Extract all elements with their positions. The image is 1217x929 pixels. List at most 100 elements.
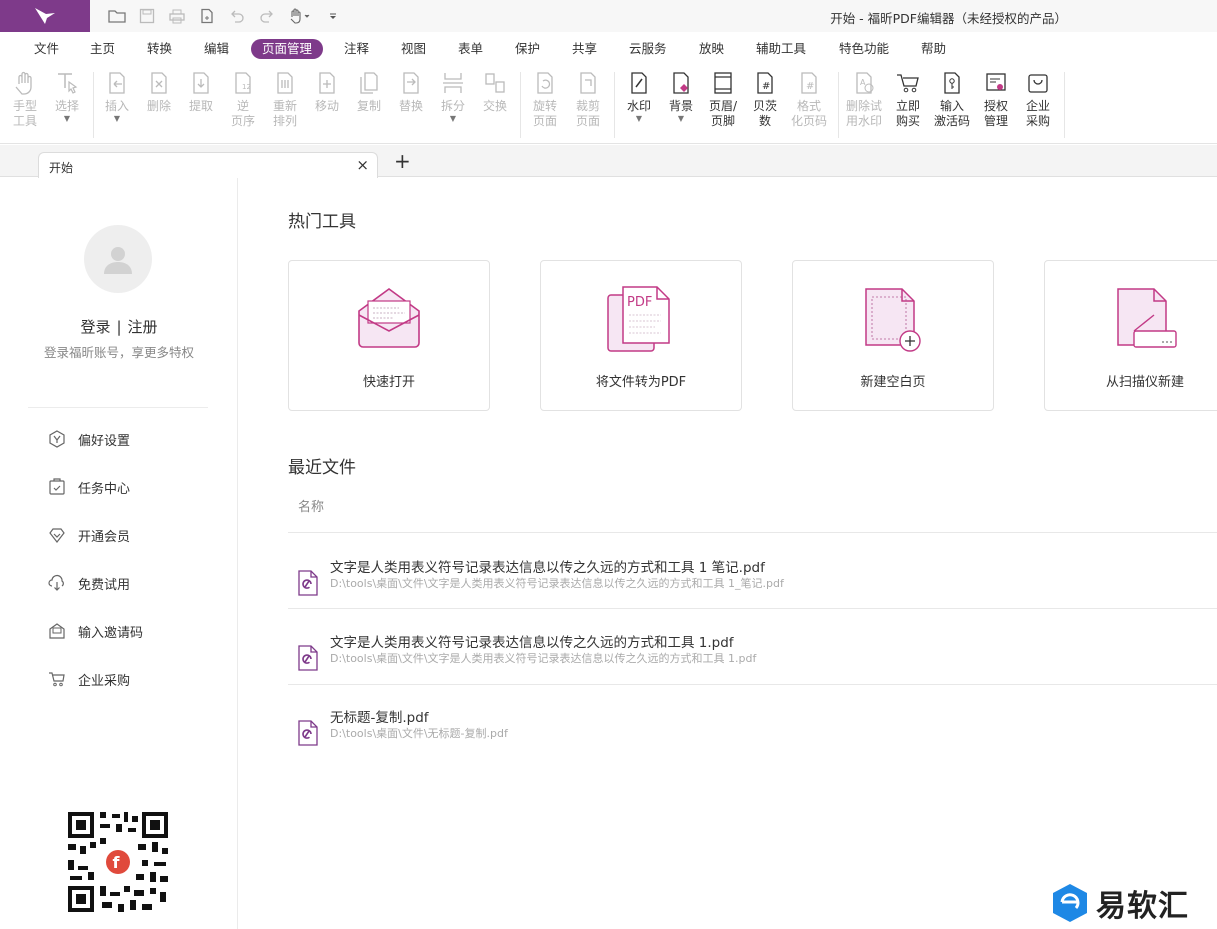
save-button[interactable] [136, 5, 158, 27]
reverse-icon: 12 [235, 72, 251, 94]
app-logo[interactable] [0, 0, 90, 32]
ribbon-label: 企业 采购 [1025, 99, 1050, 128]
new-from-scanner-card[interactable]: 从扫描仪新建 [1044, 260, 1217, 411]
recent-file-row[interactable]: 文字是人类用表义符号记录表达信息以传之久远的方式和工具 1 笔记.pdf D:\… [288, 556, 1217, 616]
move-page-button[interactable]: 移动 [307, 70, 347, 114]
delete-page-button[interactable]: 删除 [139, 70, 179, 114]
new-blank-page-card[interactable]: 新建空白页 [792, 260, 994, 411]
activation-code-icon [944, 72, 960, 94]
undo-button[interactable] [226, 5, 248, 27]
ribbon-label: 重新 排列 [272, 99, 297, 128]
extract-page-button[interactable]: 提取 [181, 70, 221, 114]
menu-help[interactable]: 帮助 [921, 39, 946, 59]
hand-tool-quick-button[interactable] [286, 5, 314, 27]
brand-text: 易软汇 [1096, 889, 1189, 924]
enterprise-purchase-button[interactable]: 企业 采购 [1018, 70, 1058, 129]
menu-protect[interactable]: 保护 [515, 39, 540, 59]
menu-view[interactable]: 视图 [401, 39, 426, 59]
sidebar-item-enterprise-purchase[interactable]: 企业采购 [48, 668, 130, 690]
sidebar-item-label: 任务中心 [78, 481, 131, 497]
split-button[interactable]: 拆分 ▼ [433, 70, 473, 123]
foxit-logo-icon [35, 8, 55, 24]
menu-accessibility[interactable]: 辅助工具 [756, 39, 806, 59]
recent-file-row[interactable]: 文字是人类用表义符号记录表达信息以传之久远的方式和工具 1.pdf D:\too… [288, 631, 1217, 691]
sidebar-item-invite-code[interactable]: 输入邀请码 [48, 620, 143, 642]
sidebar-item-preferences[interactable]: 偏好设置 [48, 428, 130, 450]
watermark-button[interactable]: 水印 ▼ [619, 70, 659, 123]
menu-convert[interactable]: 转换 [147, 39, 172, 59]
menu-features[interactable]: 特色功能 [839, 39, 889, 59]
folder-icon [108, 10, 126, 23]
tab-start[interactable]: 开始 × [38, 152, 378, 178]
print-button[interactable] [166, 5, 188, 27]
sidebar-item-membership[interactable]: 开通会员 [48, 524, 130, 546]
menu-share[interactable]: 共享 [572, 39, 597, 59]
bates-number-button[interactable]: # 贝茨 数 [745, 70, 785, 129]
quick-open-card[interactable]: 快速打开 [288, 260, 490, 411]
background-icon [673, 72, 689, 94]
register-link[interactable]: 注册 [128, 318, 158, 336]
split-icon [443, 73, 463, 93]
crop-page-button[interactable]: 裁剪 页面 [568, 70, 608, 129]
sidebar-item-free-trial[interactable]: 免费试用 [48, 572, 130, 594]
redo-button[interactable] [256, 5, 278, 27]
convert-to-pdf-card[interactable]: PDF 将文件转为PDF [540, 260, 742, 411]
reverse-order-button[interactable]: 12 逆 页序 [223, 70, 263, 129]
column-header-name[interactable]: 名称 [298, 496, 324, 515]
recent-file-row[interactable]: 无标题-复制.pdf D:\tools\桌面\文件\无标题-复制.pdf [288, 706, 1217, 766]
close-icon[interactable]: × [356, 156, 369, 174]
menu-comment[interactable]: 注释 [344, 39, 369, 59]
hand-tool-button[interactable]: 手型 工具 [5, 70, 45, 129]
license-management-button[interactable]: 授权 管理 [976, 70, 1016, 129]
qr-code-image: f [66, 810, 170, 914]
svg-text:A: A [860, 78, 866, 87]
login-link[interactable]: 登录 [80, 318, 110, 336]
dropdown-caret-icon: ▼ [449, 114, 457, 123]
menu-page-management[interactable]: 页面管理 [251, 39, 324, 59]
header-footer-button[interactable]: 页眉/ 页脚 [703, 70, 743, 129]
sidebar-item-label: 免费试用 [78, 577, 131, 593]
start-page-main: 热门工具 快速打开 PDF 将文件转为PDF 新建空白页 从扫描仪新建 最近文件… [239, 178, 1217, 929]
pdf-file-icon [298, 645, 318, 671]
menu-form[interactable]: 表单 [458, 39, 483, 59]
dropdown-arrow-icon [330, 13, 336, 19]
menu-file[interactable]: 文件 [34, 39, 59, 59]
background-button[interactable]: 背景 ▼ [661, 70, 701, 123]
new-tab-button[interactable]: + [394, 149, 411, 173]
preferences-icon [49, 430, 65, 448]
sidebar-item-task-center[interactable]: 任务中心 [48, 476, 130, 498]
save-icon [139, 8, 155, 24]
copy-page-button[interactable]: 复制 [349, 70, 389, 114]
menu-edit[interactable]: 编辑 [204, 39, 229, 59]
hand-icon [290, 8, 310, 24]
swap-page-button[interactable]: 交换 [475, 70, 515, 114]
format-page-number-icon: # [801, 72, 817, 94]
ribbon-label: 格式 化页码 [790, 99, 827, 128]
ribbon-separator [93, 72, 94, 138]
open-file-button[interactable] [106, 5, 128, 27]
menu-home[interactable]: 主页 [90, 39, 115, 59]
select-tool-button[interactable]: 选择 ▼ [47, 70, 87, 123]
new-document-button[interactable] [196, 5, 218, 27]
header-footer-icon [714, 72, 732, 94]
remove-trial-watermark-button[interactable]: A 删除试 用水印 [844, 70, 884, 129]
rotate-page-button[interactable]: 旋转 页面 [525, 70, 565, 129]
window-title: 开始 - 福昕PDF编辑器（未经授权的产品） [830, 11, 1067, 26]
replace-page-button[interactable]: 替换 [391, 70, 431, 114]
swap-icon [485, 73, 505, 93]
menu-cloud[interactable]: 云服务 [629, 39, 667, 59]
ribbon-label: 页眉/ 页脚 [708, 99, 738, 128]
enter-activation-code-button[interactable]: 输入 激活码 [932, 70, 972, 129]
insert-page-button[interactable]: 插入 ▼ [97, 70, 137, 123]
ribbon-label: 移动 [314, 99, 339, 113]
ribbon-separator [838, 72, 839, 138]
customize-toolbar-button[interactable] [322, 5, 344, 27]
buy-now-button[interactable]: 立即 购买 [888, 70, 928, 129]
ribbon-label: 贝茨 数 [752, 99, 777, 128]
cart-icon [49, 672, 65, 687]
format-page-number-button[interactable]: # 格式 化页码 [789, 70, 829, 129]
login-subtitle: 登录福昕账号，享更多特权 [43, 345, 194, 360]
rearrange-button[interactable]: 重新 排列 [265, 70, 305, 129]
avatar[interactable] [84, 225, 152, 293]
menu-slideshow[interactable]: 放映 [699, 39, 724, 59]
